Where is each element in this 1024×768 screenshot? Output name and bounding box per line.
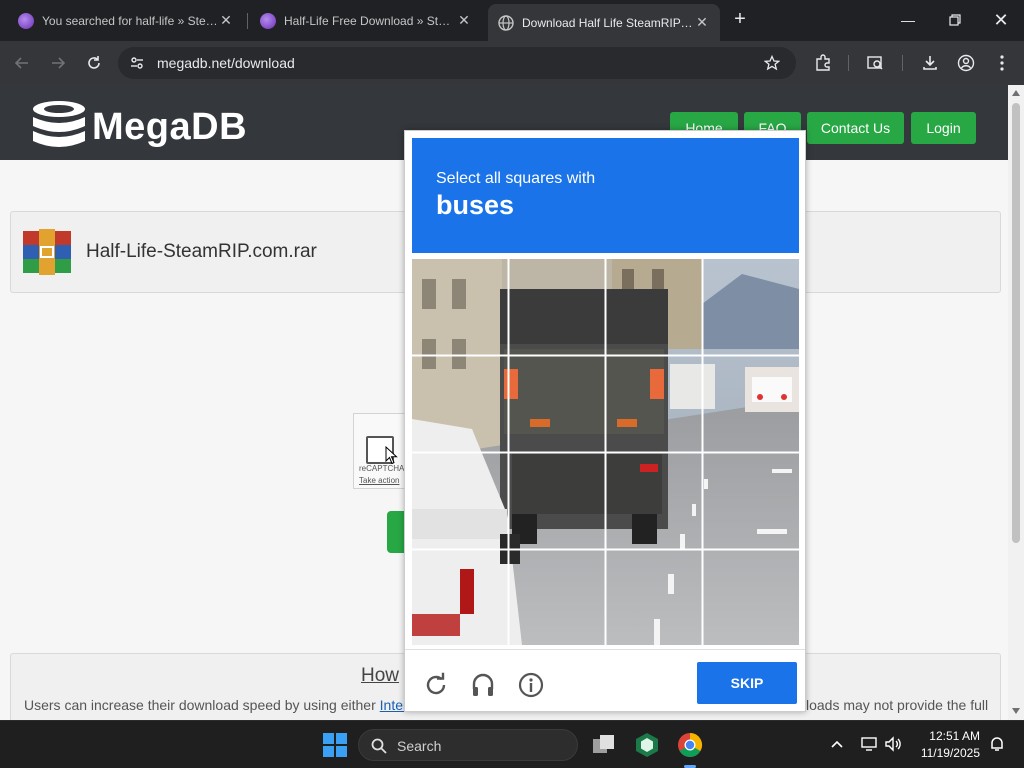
captcha-tile-15[interactable] [606, 550, 701, 645]
reload-icon[interactable] [83, 52, 105, 74]
mouse-cursor-icon [385, 446, 398, 465]
network-icon[interactable] [860, 735, 878, 753]
captcha-challenge-dialog: Select all squares with buses SKIP [404, 130, 806, 712]
captcha-tile-2[interactable] [509, 259, 604, 354]
tray-chevron-up-icon[interactable] [830, 739, 844, 749]
captcha-tile-9[interactable] [412, 453, 507, 548]
steamrip-favicon-icon [260, 12, 276, 29]
url-text: megadb.net/download [157, 55, 295, 71]
captcha-footer: SKIP [405, 649, 805, 711]
captcha-tile-10[interactable] [509, 453, 604, 548]
back-icon[interactable] [11, 52, 33, 74]
address-bar[interactable]: megadb.net/download [118, 47, 796, 79]
chrome-taskbar-icon[interactable] [676, 731, 704, 759]
minimize-icon[interactable]: — [896, 8, 920, 32]
tab-close-icon[interactable]: ✕ [218, 12, 234, 29]
scrollbar-thumb[interactable] [1012, 103, 1020, 543]
scroll-up-arrow-icon[interactable] [1012, 90, 1020, 96]
tab-title: Download Half Life SteamRIP com rar [522, 15, 694, 30]
captcha-tile-7[interactable] [606, 356, 701, 451]
tab-close-icon[interactable]: ✕ [694, 14, 710, 31]
info-text-right: loads may not provide the full [806, 697, 989, 713]
info-heading: How [361, 665, 400, 686]
file-name: Half-Life-SteamRIP.com.rar [86, 241, 317, 262]
browser-tabstrip: You searched for half-life » SteamRIP ✕ … [0, 0, 1024, 41]
captcha-tile-12[interactable] [703, 453, 798, 548]
menu-kebab-icon[interactable] [991, 52, 1013, 74]
extensions-icon[interactable] [812, 52, 834, 74]
app-hexagon-icon[interactable] [633, 731, 661, 759]
tray-time[interactable]: 12:51 AM [918, 729, 980, 743]
forward-icon[interactable] [47, 52, 69, 74]
toolbar-separator [902, 55, 903, 71]
search-icon [371, 738, 387, 754]
tab-search-results[interactable]: You searched for half-life » SteamRIP ✕ [8, 6, 244, 35]
captcha-instruction: Select all squares with [436, 170, 596, 187]
recaptcha-action-link[interactable]: Take action [359, 476, 399, 485]
captcha-tile-3[interactable] [606, 259, 701, 354]
captcha-tile-13[interactable] [412, 550, 507, 645]
tab-title: Half-Life Free Download » SteamRIP [284, 13, 456, 28]
downloads-icon[interactable] [919, 52, 941, 74]
skip-button[interactable]: SKIP [697, 662, 797, 704]
windows-taskbar: Search 12:51 AM 11/19/2025 [0, 720, 1024, 768]
megadb-logo[interactable]: MegaDB [30, 99, 247, 155]
tray-date[interactable]: 11/19/2025 [910, 746, 980, 760]
info-icon[interactable] [518, 672, 544, 698]
info-text-left: Users can increase their download speed … [24, 697, 415, 713]
logo-wordmark: MegaDB [92, 105, 248, 148]
browser-toolbar: megadb.net/download [0, 41, 1024, 85]
taskbar-search-box[interactable]: Search [358, 729, 578, 761]
page-scrollbar[interactable] [1008, 85, 1024, 720]
database-logo-icon [33, 101, 85, 147]
close-window-icon[interactable]: ✕ [989, 8, 1013, 32]
restore-icon[interactable] [943, 8, 967, 32]
profile-icon[interactable] [955, 52, 977, 74]
scroll-down-arrow-icon[interactable] [1012, 708, 1020, 714]
globe-icon [498, 14, 514, 31]
volume-icon[interactable] [884, 735, 902, 753]
toolbar-separator [848, 55, 849, 71]
windows-start-icon[interactable] [321, 731, 349, 759]
captcha-image-grid [412, 259, 799, 645]
steamrip-favicon-icon [18, 12, 34, 29]
captcha-tile-14[interactable] [509, 550, 604, 645]
nav-login-button[interactable]: Login [911, 112, 976, 144]
new-tab-icon[interactable]: + [730, 9, 750, 29]
nav-contact-button[interactable]: Contact Us [807, 112, 904, 144]
captcha-target: buses [436, 190, 515, 220]
bookmark-star-icon[interactable] [764, 55, 780, 71]
captcha-tile-8[interactable] [703, 356, 798, 451]
site-settings-icon[interactable] [129, 55, 145, 71]
audio-challenge-icon[interactable] [470, 672, 496, 698]
taskbar-search-label: Search [397, 738, 442, 754]
notifications-icon[interactable] [988, 735, 1006, 753]
info-text-left-body: Users can increase their download speed … [24, 697, 376, 713]
search-tabs-icon[interactable] [864, 52, 886, 74]
task-view-icon[interactable] [590, 731, 618, 759]
captcha-tile-16[interactable] [703, 550, 798, 645]
captcha-header: Select all squares with buses [412, 138, 799, 253]
reload-challenge-icon[interactable] [423, 672, 449, 698]
winrar-archive-icon [23, 229, 71, 275]
captcha-tile-6[interactable] [509, 356, 604, 451]
captcha-tile-1[interactable] [412, 259, 507, 354]
tab-close-icon[interactable]: ✕ [456, 12, 472, 29]
captcha-tile-11[interactable] [606, 453, 701, 548]
captcha-tile-4[interactable] [703, 259, 798, 354]
tab-half-life-download[interactable]: Half-Life Free Download » SteamRIP ✕ [250, 6, 482, 35]
captcha-tile-5[interactable] [412, 356, 507, 451]
tab-megadb-active[interactable]: Download Half Life SteamRIP com rar ✕ [488, 4, 720, 41]
tab-separator [247, 13, 248, 29]
tab-title: You searched for half-life » SteamRIP [42, 13, 218, 28]
